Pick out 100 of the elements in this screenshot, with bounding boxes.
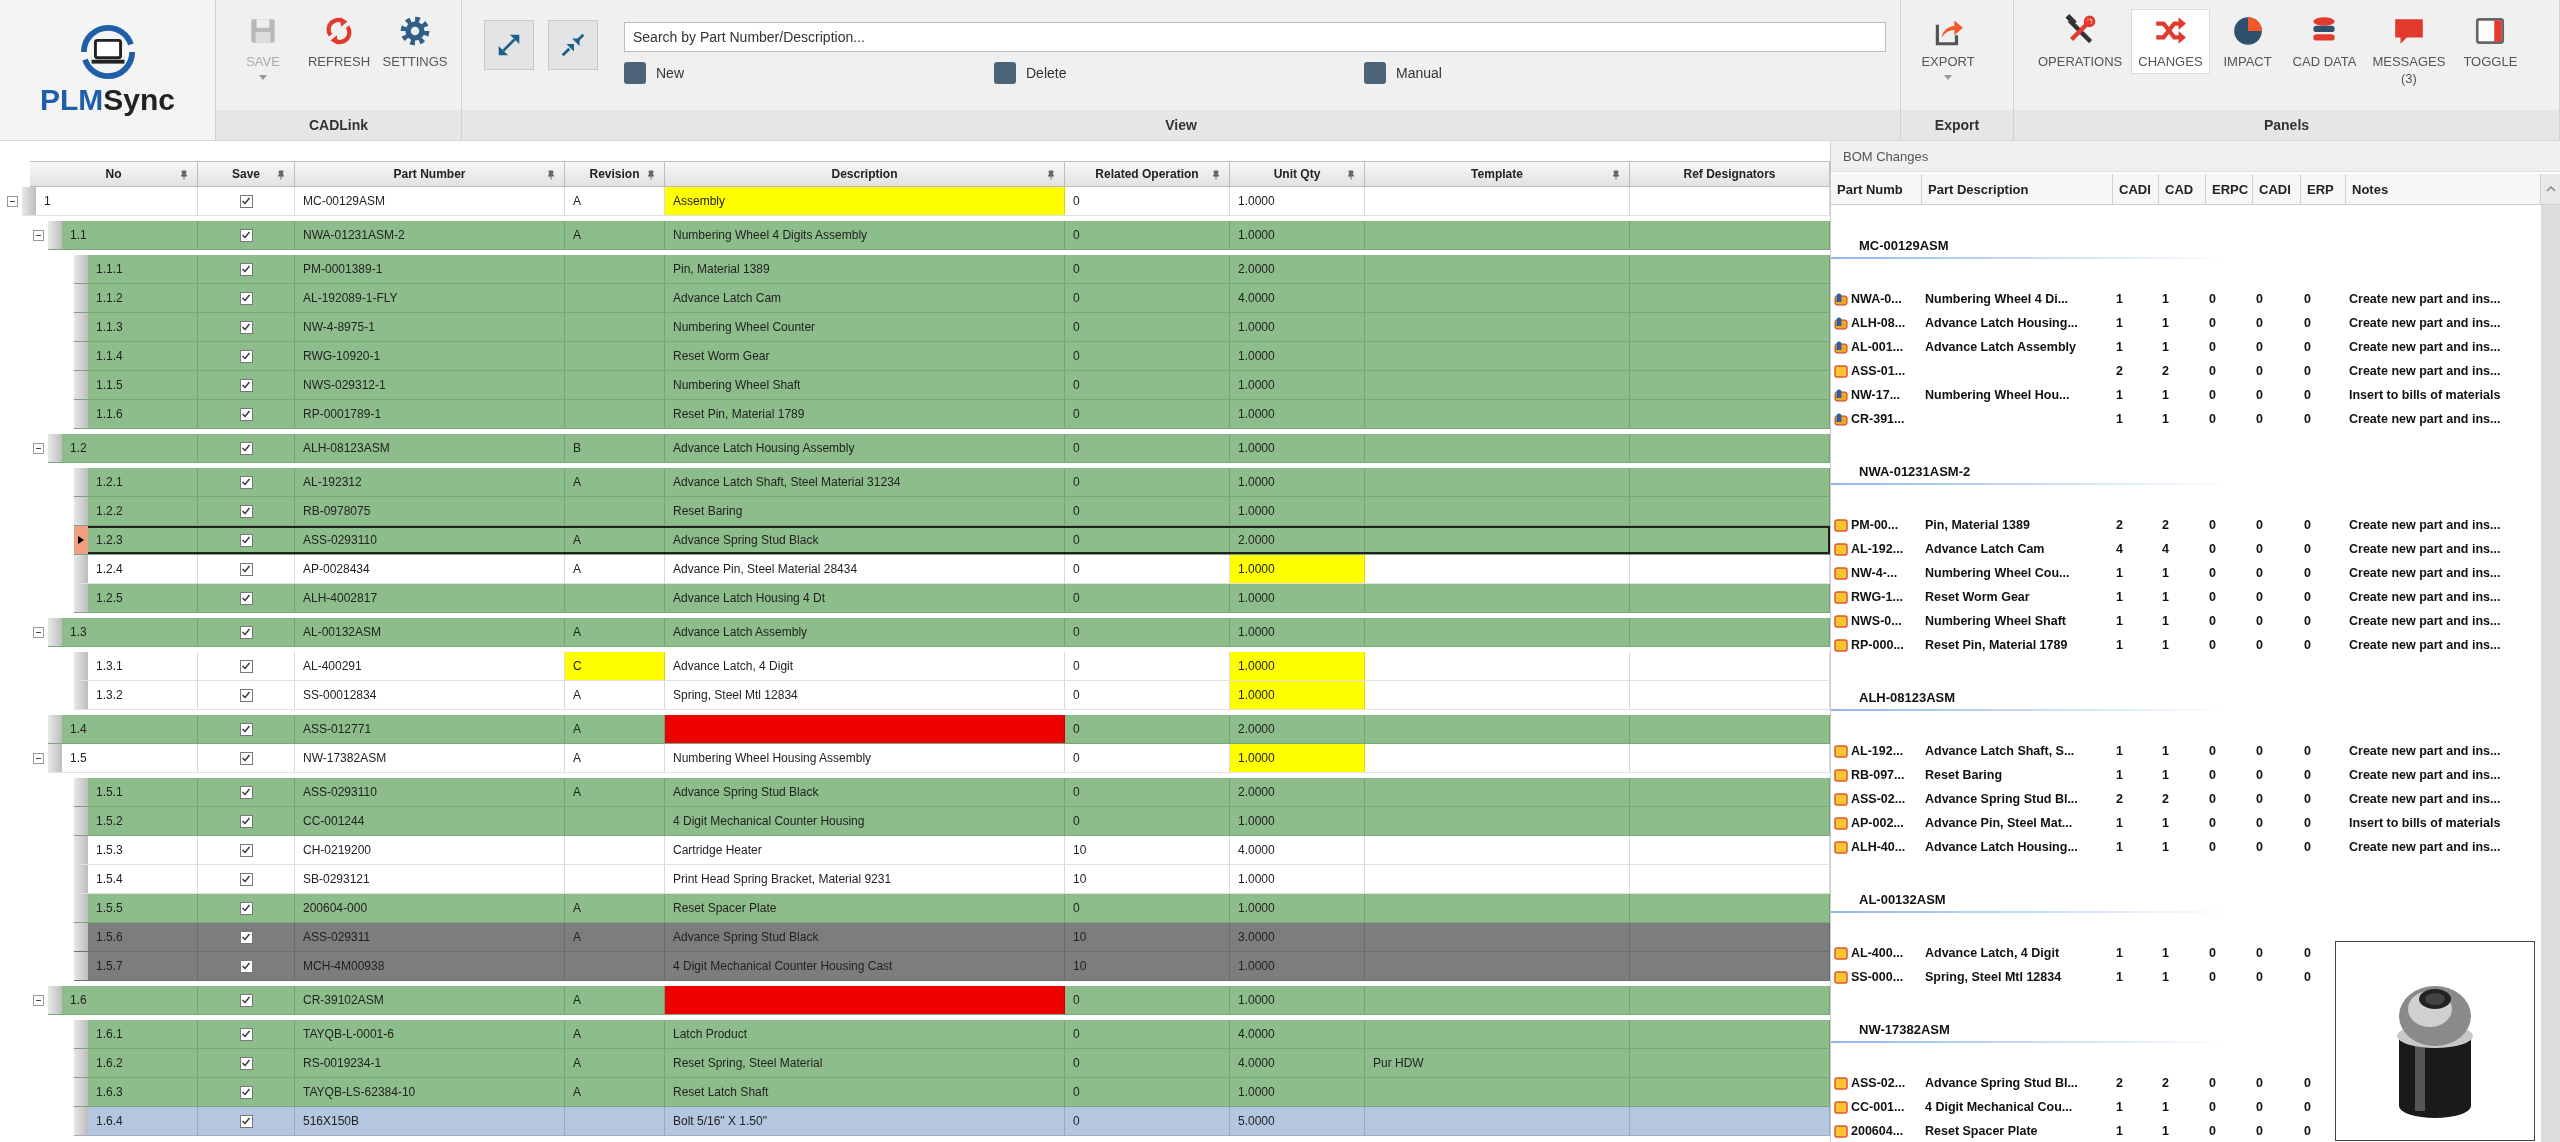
save-checkbox[interactable] [239, 785, 253, 799]
column-header[interactable]: CADI [2113, 174, 2159, 204]
save-checkbox[interactable] [239, 228, 253, 242]
table-row[interactable]: 1.5.4 SB-0293121 Print Head Spring Bracket, Material 9231 10 1.0000 [74, 865, 1830, 894]
column-header[interactable]: Save [198, 161, 295, 187]
table-row[interactable]: 1.6.1 TAYQB-L-0001-6 A Latch Product 0 4.0000 [74, 1020, 1830, 1049]
column-header[interactable]: Template [1365, 161, 1630, 187]
tree-toggle[interactable] [7, 196, 18, 207]
table-row[interactable]: 1.2.5 ALH-4002817 Advance Latch Housing 4 Dt 0 1.0000 [74, 584, 1830, 613]
pin-icon[interactable] [1211, 170, 1221, 180]
pin-icon[interactable] [1046, 170, 1056, 180]
table-row[interactable]: 1.3.2 SS-00012834 A Spring, Steel Mtl 12834 0 1.0000 [74, 681, 1830, 710]
save-checkbox[interactable] [239, 1056, 253, 1070]
table-row[interactable]: 1.5.1 ASS-0293110 A Advance Spring Stud Black 0 2.0000 [74, 778, 1830, 807]
save-checkbox[interactable] [239, 533, 253, 547]
column-header[interactable]: ERPC [2206, 174, 2253, 204]
pin-icon[interactable] [1611, 170, 1621, 180]
save-checkbox[interactable] [239, 407, 253, 421]
table-row[interactable]: 1.1.5 NWS-029312-1 Numbering Wheel Shaft 0 1.0000 [74, 371, 1830, 400]
save-checkbox[interactable] [239, 1027, 253, 1041]
save-checkbox[interactable] [239, 1085, 253, 1099]
table-row[interactable]: 1.5.5 200604-000 A Reset Spacer Plate 0 1.0000 [74, 894, 1830, 923]
changes-button[interactable]: CHANGES [2132, 10, 2209, 73]
table-row[interactable]: 1.1.4 RWG-10920-1 Reset Worm Gear 0 1.0000 [74, 342, 1830, 371]
tree-toggle[interactable] [33, 995, 44, 1006]
table-row[interactable]: 1.6 CR-39102ASM A 0 1.0000 [48, 986, 1830, 1015]
table-row[interactable]: 1.5.2 CC-001244 4 Digit Mechanical Counter Housing 0 1.0000 [74, 807, 1830, 836]
table-row[interactable]: 1.6.4 516X150B Bolt 5/16" X 1.50" 0 5.0000 [74, 1107, 1830, 1136]
save-checkbox[interactable] [239, 320, 253, 334]
impact-button[interactable]: IMPACT [2212, 10, 2283, 73]
table-row[interactable]: 1.5.6 ASS-029311 A Advance Spring Stud Black 10 3.0000 [74, 923, 1830, 952]
table-row[interactable]: 1.6.2 RS-0019234-1 A Reset Spring, Steel Material 0 4.0000 Pur HDW [74, 1049, 1830, 1078]
save-checkbox[interactable] [239, 378, 253, 392]
table-row[interactable]: 1.2.2 RB-0978075 Reset Baring 0 1.0000 [74, 497, 1830, 526]
table-row[interactable]: 1.3.1 AL-400291 C Advance Latch, 4 Digit 0 1.0000 [74, 652, 1830, 681]
refresh-button[interactable]: REFRESH [304, 10, 374, 73]
table-row[interactable]: 1 MC-00129ASM A Assembly 0 1.0000 [22, 187, 1830, 216]
column-header[interactable]: Part Numb [1831, 174, 1922, 204]
table-row[interactable]: 1.1 NWA-01231ASM-2 A Numbering Wheel 4 Digits Assembly 0 1.0000 [48, 221, 1830, 250]
table-row[interactable]: 1.1.3 NW-4-8975-1 Numbering Wheel Counter 0 1.0000 [74, 313, 1830, 342]
table-row[interactable]: 1.2.3 ASS-0293110 A Advance Spring Stud Black 0 2.0000 [74, 526, 1830, 555]
save-checkbox[interactable] [239, 562, 253, 576]
tree-toggle[interactable] [33, 443, 44, 454]
save-checkbox[interactable] [239, 441, 253, 455]
column-header[interactable]: Revision [565, 161, 665, 187]
column-header[interactable]: Ref Designators [1630, 161, 1830, 187]
pin-icon[interactable] [1346, 170, 1356, 180]
save-checkbox[interactable] [239, 901, 253, 915]
column-header[interactable]: Part Number [295, 161, 565, 187]
export-button[interactable]: EXPORT [1913, 10, 1983, 84]
table-row[interactable]: 1.2.1 AL-192312 A Advance Latch Shaft, Steel Material 31234 0 1.0000 [74, 468, 1830, 497]
tree-toggle[interactable] [33, 627, 44, 638]
save-checkbox[interactable] [239, 688, 253, 702]
save-checkbox[interactable] [239, 262, 253, 276]
table-row[interactable]: 1.2 ALH-08123ASM B Advance Latch Housing Assembly 0 1.0000 [48, 434, 1830, 463]
table-row[interactable]: 1.6.3 TAYQB-LS-62384-10 A Reset Latch Shaft 0 1.0000 [74, 1078, 1830, 1107]
save-checkbox[interactable] [239, 751, 253, 765]
table-row[interactable]: 1.5.7 MCH-4M00938 4 Digit Mechanical Counter Housing Cast 10 1.0000 [74, 952, 1830, 981]
save-checkbox[interactable] [239, 722, 253, 736]
save-checkbox[interactable] [239, 872, 253, 886]
table-row[interactable]: 1.1.2 AL-192089-1-FLY Advance Latch Cam 0 4.0000 [74, 284, 1830, 313]
column-header[interactable]: CADI [2253, 174, 2301, 204]
table-row[interactable]: 1.3 AL-00132ASM A Advance Latch Assembly 0 1.0000 [48, 618, 1830, 647]
save-checkbox[interactable] [239, 1114, 253, 1128]
column-header[interactable]: Description [665, 161, 1065, 187]
save-checkbox[interactable] [239, 930, 253, 944]
messages-button[interactable]: MESSAGES (3) [2366, 10, 2452, 90]
pin-icon[interactable] [646, 170, 656, 180]
save-checkbox[interactable] [239, 959, 253, 973]
table-row[interactable]: 1.1.6 RP-0001789-1 Reset Pin, Material 1789 0 1.0000 [74, 400, 1830, 429]
save-checkbox[interactable] [239, 291, 253, 305]
scrollbar[interactable] [2541, 205, 2560, 1142]
filter-checkbox[interactable]: Manual [1364, 62, 1734, 84]
toggle-button[interactable]: TOGGLE [2455, 10, 2526, 73]
pin-icon[interactable] [546, 170, 556, 180]
save-checkbox[interactable] [239, 349, 253, 363]
operations-button[interactable]: OPERATIONS [2032, 10, 2129, 73]
tree-toggle[interactable] [33, 230, 44, 241]
table-row[interactable]: 1.4 ASS-012771 A 0 2.0000 [48, 715, 1830, 744]
column-header[interactable]: Part Description [1922, 174, 2113, 204]
save-checkbox[interactable] [239, 814, 253, 828]
table-row[interactable]: 1.1.1 PM-0001389-1 Pin, Material 1389 0 2.0000 [74, 255, 1830, 284]
save-checkbox[interactable] [239, 504, 253, 518]
cad-data-button[interactable]: CAD DATA [2286, 10, 2363, 73]
expand-button[interactable] [484, 20, 534, 70]
column-header[interactable]: Related Operation [1065, 161, 1230, 187]
save-checkbox[interactable] [239, 625, 253, 639]
save-checkbox[interactable] [239, 993, 253, 1007]
save-checkbox[interactable] [239, 475, 253, 489]
column-header[interactable]: ERP [2301, 174, 2346, 204]
search-field[interactable]: Search by Part Number/Description... [624, 22, 1886, 52]
save-checkbox[interactable] [239, 194, 253, 208]
table-row[interactable]: 1.2.4 AP-0028434 A Advance Pin, Steel Material 28434 0 1.0000 [74, 555, 1830, 584]
table-row[interactable]: 1.5.3 CH-0219200 Cartridge Heater 10 4.0000 [74, 836, 1830, 865]
pin-icon[interactable] [276, 170, 286, 180]
save-checkbox[interactable] [239, 659, 253, 673]
row-selector[interactable] [74, 526, 88, 554]
tree-toggle[interactable] [33, 753, 44, 764]
collapse-button[interactable] [548, 20, 598, 70]
settings-button[interactable]: SETTINGS [380, 10, 450, 73]
